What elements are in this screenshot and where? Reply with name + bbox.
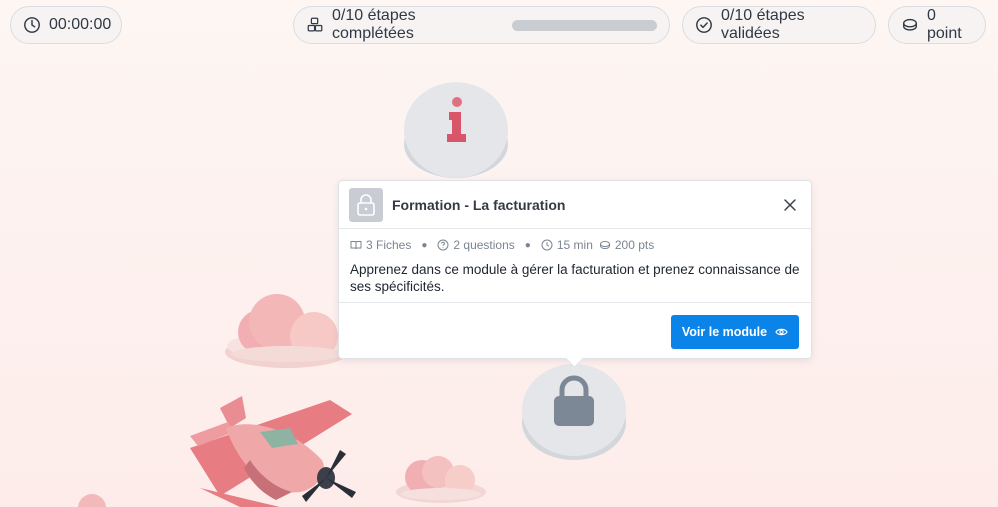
cloud-illustration	[78, 494, 106, 507]
timer-value: 00:00:00	[49, 16, 112, 33]
check-circle-icon	[696, 17, 712, 33]
blocks-icon	[307, 17, 323, 32]
points-label: 0 point	[927, 7, 962, 42]
popup-title: Formation - La facturation	[392, 196, 566, 213]
popup-footer: Voir le module	[339, 302, 811, 359]
meta-points: 200 pts	[599, 238, 654, 252]
view-module-button[interactable]: Voir le module	[671, 315, 799, 349]
locked-step-node[interactable]	[520, 362, 628, 464]
meta-questions: 2 questions	[437, 238, 515, 252]
book-icon	[350, 241, 362, 250]
question-circle-icon	[437, 239, 449, 251]
steps-validated-label: 0/10 étapes validées	[721, 7, 805, 42]
meta-sheets: 3 Fiches	[350, 238, 411, 252]
clock-icon	[541, 239, 553, 251]
clock-icon	[24, 17, 40, 33]
steps-progress-bar	[512, 19, 657, 31]
info-step-node[interactable]	[402, 82, 510, 182]
coin-icon	[599, 241, 610, 250]
close-icon	[784, 198, 796, 211]
airplane-illustration	[190, 396, 356, 507]
steps-validated-pill: 0/10 étapes validées	[682, 6, 876, 44]
meta-duration: 15 min	[541, 238, 593, 252]
cloud-illustration	[225, 294, 349, 368]
points-pill: 0 point	[888, 6, 986, 44]
module-description: Apprenez dans ce module à gérer la factu…	[350, 262, 800, 294]
close-button[interactable]	[779, 194, 801, 216]
module-meta: 3 Fiches ● 2 questions ● 15 min 200 pts	[339, 229, 811, 252]
lock-icon	[357, 193, 375, 216]
steps-completed-pill: 0/10 étapes complétées	[293, 6, 670, 44]
popup-header: Formation - La facturation	[339, 181, 811, 229]
cloud-illustration	[396, 456, 486, 503]
module-popup: Formation - La facturation 3 Fiches ● 2 …	[338, 180, 812, 359]
coin-icon	[903, 18, 917, 31]
timer-pill: 00:00:00	[10, 6, 122, 44]
eye-icon	[775, 328, 788, 336]
steps-completed-label: 0/10 étapes complétées	[332, 7, 416, 42]
module-thumbnail	[349, 187, 383, 222]
